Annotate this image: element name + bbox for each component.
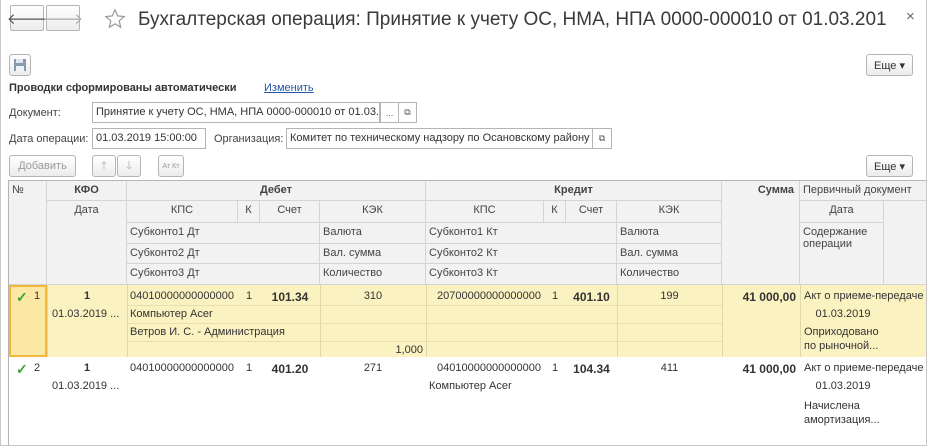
select-button[interactable]: ...	[380, 102, 399, 123]
table-row[interactable]: ✓ 1 1 01.03.2019 ... 04010000000000000 1…	[9, 285, 926, 357]
column-credit-cur-sum[interactable]: Вал. сумма	[617, 244, 722, 264]
row-debit-account: 401.20	[271, 362, 309, 376]
row-debit-k: 1	[245, 290, 253, 302]
column-pd-date[interactable]: Дата	[800, 201, 884, 223]
column-subconto1-kt[interactable]: Субконто1 Кт	[426, 223, 617, 244]
add-button[interactable]: Добавить	[9, 155, 76, 177]
row-debit-subconto1: Компьютер Acer	[130, 308, 213, 320]
column-debit[interactable]: Дебет	[127, 181, 426, 201]
row-debit-qty: 1,000	[395, 344, 423, 356]
row-credit-account: 104.34	[573, 362, 610, 376]
favorite-star-icon[interactable]	[104, 8, 126, 30]
row-credit-k: 1	[551, 290, 559, 302]
column-credit-account[interactable]: Счет	[566, 201, 617, 223]
row-credit-subconto1: Компьютер Acer	[429, 380, 512, 392]
row-debit-kps: 04010000000000000	[130, 362, 235, 374]
row-credit-kek: 411	[660, 362, 679, 374]
posted-check-icon: ✓	[16, 289, 28, 305]
back-button[interactable]: 🡐	[6, 5, 48, 31]
row-num: 1	[34, 290, 41, 302]
close-icon[interactable]: ×	[906, 8, 915, 25]
status-text: Проводки сформированы автоматически	[9, 82, 237, 94]
column-debit-currency[interactable]: Валюта	[320, 223, 426, 244]
row-kfo: 1	[83, 362, 91, 374]
move-down-icon[interactable]: 🡓	[117, 155, 141, 177]
column-credit-kps[interactable]: КПС	[426, 201, 544, 223]
row-credit-kek: 199	[660, 290, 679, 302]
save-icon	[14, 59, 26, 71]
table-more-button[interactable]: Еще ▾	[866, 155, 913, 177]
column-debit-cur-sum[interactable]: Вал. сумма	[320, 244, 426, 264]
column-subconto2-dt[interactable]: Субконто2 Дт	[127, 244, 320, 264]
date-field[interactable]: 01.03.2019 15:00:00	[92, 128, 206, 149]
document-field[interactable]: Принятие к учету ОС, НМА, НПА 0000-00001…	[92, 102, 380, 123]
row-debit-k: 1	[245, 362, 253, 374]
arrow-right-icon: 🡒	[42, 10, 84, 28]
column-debit-qty[interactable]: Количество	[320, 264, 426, 285]
document-label: Документ:	[9, 107, 61, 119]
save-button[interactable]	[9, 54, 31, 76]
column-credit-currency[interactable]: Валюта	[617, 223, 722, 244]
column-primary-doc[interactable]: Первичный документ	[800, 181, 926, 201]
org-label: Организация:	[214, 133, 284, 145]
column-debit-kps[interactable]: КПС	[127, 201, 238, 223]
row-credit-kps: 04010000000000000	[437, 362, 542, 374]
organization-field[interactable]: Комитет по техническому надзору по Осано…	[286, 128, 593, 149]
open-icon[interactable]: ⧉	[399, 102, 417, 123]
change-link[interactable]: Изменить	[264, 82, 314, 94]
column-sum[interactable]: Сумма	[722, 181, 800, 285]
open-icon[interactable]: ⧉	[593, 128, 612, 149]
column-kfo[interactable]: КФО	[47, 181, 127, 201]
page-title: Бухгалтерская операция: Принятие к учету…	[138, 9, 887, 30]
more-button[interactable]: Еще ▾	[866, 54, 913, 76]
column-subconto3-kt[interactable]: Субконто3 Кт	[426, 264, 617, 285]
row-debit-kek: 271	[363, 362, 383, 374]
row-pd-content: Начислена амортизация...	[804, 400, 880, 426]
row-debit-subconto2: Ветров И. С. - Администрация	[130, 326, 285, 338]
forward-button[interactable]: 🡒	[42, 5, 84, 31]
column-pd-extra[interactable]	[884, 201, 926, 285]
row-primary-doc: Акт о приеме-передаче	[804, 362, 924, 374]
row-sum: 41 000,00	[742, 290, 796, 304]
column-subconto3-dt[interactable]: Субконто3 Дт	[127, 264, 320, 285]
column-credit-kek[interactable]: КЭК	[617, 201, 722, 223]
column-subconto2-kt[interactable]: Субконто2 Кт	[426, 244, 617, 264]
row-primary-doc: Акт о приеме-передаче	[804, 290, 924, 302]
date-label: Дата операции:	[9, 133, 89, 145]
arrow-left-icon: 🡐	[6, 10, 48, 28]
window: 🡐 🡒 Бухгалтерская операция: Принятие к у…	[0, 0, 927, 446]
row-debit-kek: 310	[363, 290, 383, 302]
column-credit-qty[interactable]: Количество	[617, 264, 722, 285]
row-pd-content: Оприходовано по рыночной...	[804, 326, 879, 352]
row-sum: 41 000,00	[742, 362, 796, 376]
row-credit-k: 1	[551, 362, 559, 374]
column-credit-k[interactable]: К	[544, 201, 566, 223]
row-date: 01.03.2019 ...	[52, 380, 120, 392]
row-date: 01.03.2019 ...	[52, 308, 120, 320]
column-debit-kek[interactable]: КЭК	[320, 201, 426, 223]
row-debit-kps: 04010000000000000	[130, 290, 235, 302]
column-debit-k[interactable]: К	[238, 201, 260, 223]
entries-table: № КФО Дата Дебет Кредит Сумма Первичный …	[8, 180, 926, 445]
column-credit[interactable]: Кредит	[426, 181, 722, 201]
row-pd-date: 01.03.2019	[815, 308, 871, 320]
column-debit-account[interactable]: Счет	[260, 201, 320, 223]
row-credit-account: 401.10	[573, 290, 610, 304]
posted-check-icon: ✓	[16, 361, 28, 377]
row-debit-account: 101.34	[271, 290, 309, 304]
column-subconto1-dt[interactable]: Субконто1 Дт	[127, 223, 320, 244]
column-pd-content[interactable]: Содержание операции	[800, 223, 884, 285]
column-date[interactable]: Дата	[47, 201, 127, 285]
row-num: 2	[34, 362, 41, 374]
row-pd-date: 01.03.2019	[815, 380, 871, 392]
table-row[interactable]: ✓ 2 1 01.03.2019 ... 04010000000000000 1…	[9, 357, 926, 445]
row-kfo: 1	[83, 290, 91, 302]
move-up-icon[interactable]: 🡑	[92, 155, 116, 177]
row-credit-kps: 20700000000000000	[437, 290, 542, 302]
sort-debit-credit-icon[interactable]: Ат Кт	[158, 155, 184, 177]
column-num[interactable]: №	[9, 181, 47, 285]
